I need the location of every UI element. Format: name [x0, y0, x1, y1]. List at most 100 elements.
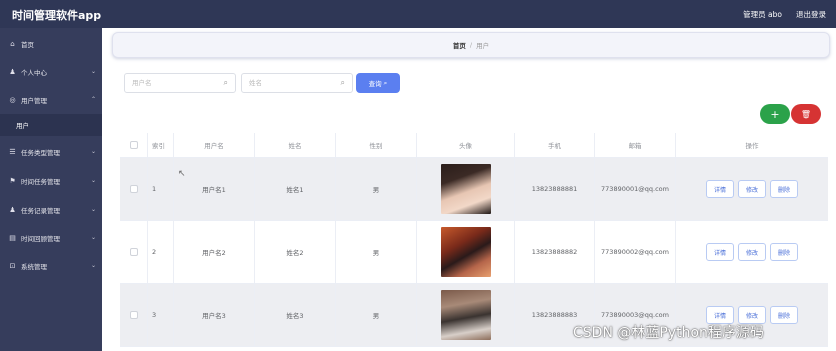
avatar — [440, 227, 491, 277]
chevron-up-icon: ⌃ — [90, 96, 96, 103]
cell-username: 用户名1 — [174, 158, 255, 220]
chevron-down-icon: ⌄ — [90, 177, 96, 184]
breadcrumb-separator: / — [469, 41, 473, 49]
top-bar: 时间管理软件app 管理员 abo 退出登录 — [0, 0, 836, 28]
header-operations: 操作 — [745, 142, 759, 150]
cell-index: 2 — [148, 221, 174, 283]
cell-name: 姓名3 — [255, 284, 336, 346]
sidebar-item-label: 任务类型管理 — [21, 149, 60, 157]
breadcrumb-home[interactable]: 首页 — [453, 40, 466, 50]
header-avatar: 头像 — [417, 133, 515, 157]
breadcrumb-current: 用户 — [476, 42, 490, 50]
username-search-field: ⌕ — [124, 73, 236, 93]
cell-avatar — [417, 221, 515, 283]
chevron-down-icon: ⌄ — [90, 262, 96, 269]
cell-username: 用户名2 — [174, 221, 255, 283]
query-button-label: 查询 — [368, 80, 382, 88]
cell-email: 773890002@qq.com — [595, 221, 676, 283]
sidebar-item-label: 任务记录管理 — [21, 207, 60, 215]
home-icon: ⌂ — [10, 40, 15, 48]
avatar — [440, 290, 491, 340]
row-select-cell — [120, 221, 148, 283]
breadcrumb: 首页 / 用户 — [112, 32, 830, 58]
cell-index: 1 — [148, 158, 174, 220]
cell-gender: 男 — [336, 221, 417, 283]
row-checkbox[interactable] — [129, 185, 138, 193]
flag-icon: ⚑ — [9, 177, 16, 185]
sidebar-item-personal[interactable]: ♟ 个人中心 ⌄ — [0, 58, 102, 86]
search-icon: ⌕ — [383, 78, 388, 87]
row-checkbox[interactable] — [129, 248, 138, 256]
top-right-area: 管理员 abo 退出登录 — [743, 9, 826, 20]
query-button[interactable]: 查询 ⌕ — [356, 73, 400, 93]
sidebar-item-home[interactable]: ⌂ 首页 — [0, 30, 102, 58]
table-row: 1 用户名1 姓名1 男 13823888881 773890001@qq.co… — [120, 158, 828, 221]
sidebar-item-task-type[interactable]: ☰ 任务类型管理 ⌄ — [0, 138, 102, 166]
detail-button[interactable]: 详情 — [706, 243, 734, 261]
delete-button[interactable]: 删除 — [770, 243, 798, 261]
row-select-cell — [120, 158, 148, 220]
cell-username: 用户名3 — [174, 284, 255, 346]
sidebar-item-time-task[interactable]: ⚑ 时间任务管理 ⌄ — [0, 167, 102, 195]
search-icon: ⌕ — [223, 78, 228, 87]
delete-button[interactable]: 删除 — [770, 306, 798, 324]
users-icon: ◎ — [9, 96, 16, 104]
cell-name: 姓名2 — [255, 221, 336, 283]
sidebar-subitem-user[interactable]: 用户 — [0, 114, 102, 136]
delete-button[interactable]: 删除 — [770, 180, 798, 198]
admin-user-label: 管理员 abo — [743, 10, 782, 19]
watermark: CSDN @林蓝Python程序源码 — [573, 325, 764, 341]
cell-gender: 男 — [336, 284, 417, 346]
sidebar-item-label: 个人中心 — [21, 69, 47, 77]
sidebar-item-label: 系统管理 — [21, 263, 47, 271]
cell-index: 3 — [148, 284, 174, 346]
header-email: 邮箱 — [595, 133, 676, 157]
mouse-cursor-icon: ↖ — [178, 169, 186, 179]
chevron-down-icon: ⌄ — [90, 148, 96, 155]
cell-email: 773890001@qq.com — [595, 158, 676, 220]
username-search-input[interactable] — [125, 74, 235, 92]
search-icon: ⌕ — [340, 78, 345, 87]
edit-button[interactable]: 修改 — [738, 243, 766, 261]
chevron-down-icon: ⌄ — [90, 206, 96, 213]
cell-phone: 13823888882 — [515, 221, 595, 283]
sidebar-item-users[interactable]: ◎ 用户管理 ⌃ — [0, 86, 102, 114]
detail-button[interactable]: 详情 — [706, 180, 734, 198]
cell-gender: 男 — [336, 158, 417, 220]
sidebar-item-label: 时间任务管理 — [21, 178, 60, 186]
sidebar-item-system[interactable]: ⊡ 系统管理 ⌄ — [0, 252, 102, 280]
sidebar-item-label: 时间回顾管理 — [21, 235, 60, 243]
plus-icon: + — [770, 107, 780, 121]
header-phone: 手机 — [515, 133, 595, 157]
table-header: 索引 用户名 姓名 性别 头像 手机 邮箱 操作 — [120, 133, 828, 158]
name-search-input[interactable] — [242, 74, 352, 92]
header-name: 姓名 — [255, 133, 336, 157]
cell-operations: 详情 修改 删除 — [676, 221, 828, 283]
sidebar-item-time-review[interactable]: ▤ 时间回顾管理 ⌄ — [0, 224, 102, 252]
add-button[interactable]: + — [760, 104, 790, 124]
row-select-cell — [120, 284, 148, 346]
record-icon: ♟ — [9, 206, 16, 214]
select-all-checkbox[interactable] — [129, 141, 138, 149]
sidebar-item-label: 用户管理 — [21, 97, 47, 105]
chevron-down-icon: ⌄ — [90, 234, 96, 241]
sidebar: ⌂ 首页 ♟ 个人中心 ⌄ ◎ 用户管理 ⌃ 用户 ☰ 任务类型管理 ⌄ ⚑ 时… — [0, 28, 102, 351]
cell-operations: 详情 修改 删除 — [676, 158, 828, 220]
sidebar-item-task-record[interactable]: ♟ 任务记录管理 ⌄ — [0, 196, 102, 224]
logout-link[interactable]: 退出登录 — [796, 9, 826, 20]
cell-phone: 13823888881 — [515, 158, 595, 220]
batch-delete-button[interactable]: 🗑 — [791, 104, 821, 124]
review-icon: ▤ — [9, 234, 16, 242]
row-checkbox[interactable] — [129, 311, 138, 319]
select-all-cell — [120, 133, 148, 157]
table-row: 2 用户名2 姓名2 男 13823888882 773890002@qq.co… — [120, 221, 828, 284]
edit-button[interactable]: 修改 — [738, 180, 766, 198]
sidebar-item-label: 首页 — [21, 41, 34, 49]
header-index: 索引 — [148, 133, 174, 157]
cell-avatar — [417, 284, 515, 346]
trash-icon: 🗑 — [800, 109, 812, 119]
list-icon: ☰ — [9, 148, 16, 156]
app-title: 时间管理软件app — [12, 9, 102, 22]
header-username: 用户名 — [174, 133, 255, 157]
user-icon: ♟ — [9, 68, 16, 76]
